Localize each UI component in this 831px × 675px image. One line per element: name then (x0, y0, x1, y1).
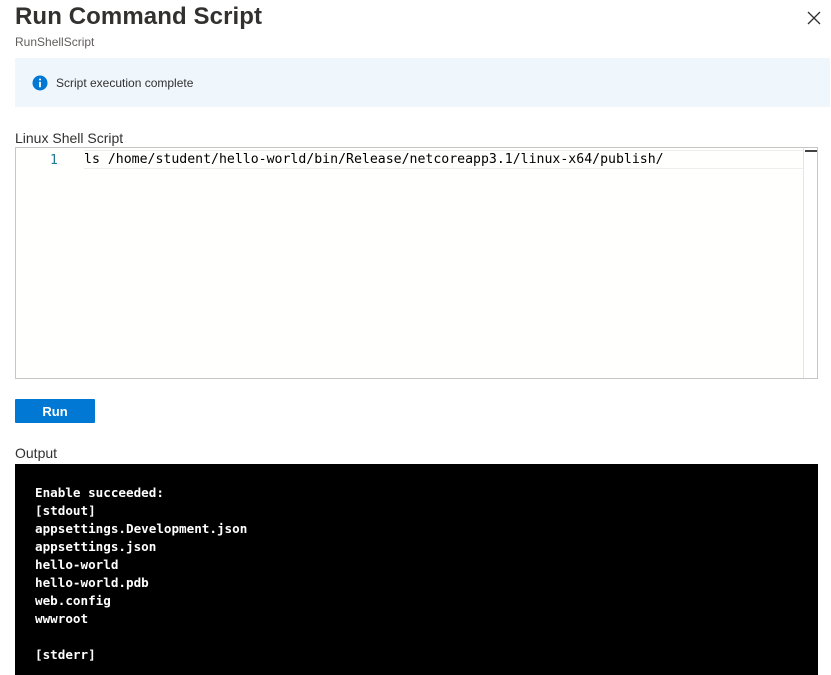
output-line: [stderr] (35, 647, 96, 662)
run-button[interactable]: Run (15, 399, 95, 423)
close-button[interactable] (804, 8, 824, 28)
output-line: wwwroot (35, 611, 89, 626)
output-label: Output (15, 445, 58, 461)
info-message-text: Script execution complete (56, 76, 194, 90)
output-line: hello-world (35, 557, 119, 572)
output-line: Enable succeeded: (35, 485, 164, 500)
run-command-panel: Run Command Script RunShellScript Script… (0, 0, 831, 675)
output-lines: Enable succeeded: [stdout] appsettings.D… (35, 484, 247, 664)
close-icon (807, 11, 821, 25)
editor-scrollbar[interactable] (803, 148, 817, 378)
output-line: web.config (35, 593, 111, 608)
script-code-line[interactable]: ls /home/student/hello-world/bin/Release… (84, 152, 664, 167)
output-line: appsettings.Development.json (35, 521, 248, 536)
scroll-position-marker (805, 150, 817, 152)
script-label: Linux Shell Script (15, 130, 124, 146)
line-number: 1 (50, 153, 58, 168)
output-line: hello-world.pdb (35, 575, 149, 590)
output-line: appsettings.json (35, 539, 157, 554)
page-title: Run Command Script (15, 3, 263, 30)
output-line: [stdout] (35, 503, 96, 518)
script-editor[interactable]: 1 ls /home/student/hello-world/bin/Relea… (15, 147, 818, 379)
output-console: Enable succeeded: [stdout] appsettings.D… (15, 464, 818, 675)
info-message-bar: Script execution complete (15, 58, 830, 107)
info-icon (32, 75, 48, 91)
page-subtitle: RunShellScript (15, 35, 95, 49)
